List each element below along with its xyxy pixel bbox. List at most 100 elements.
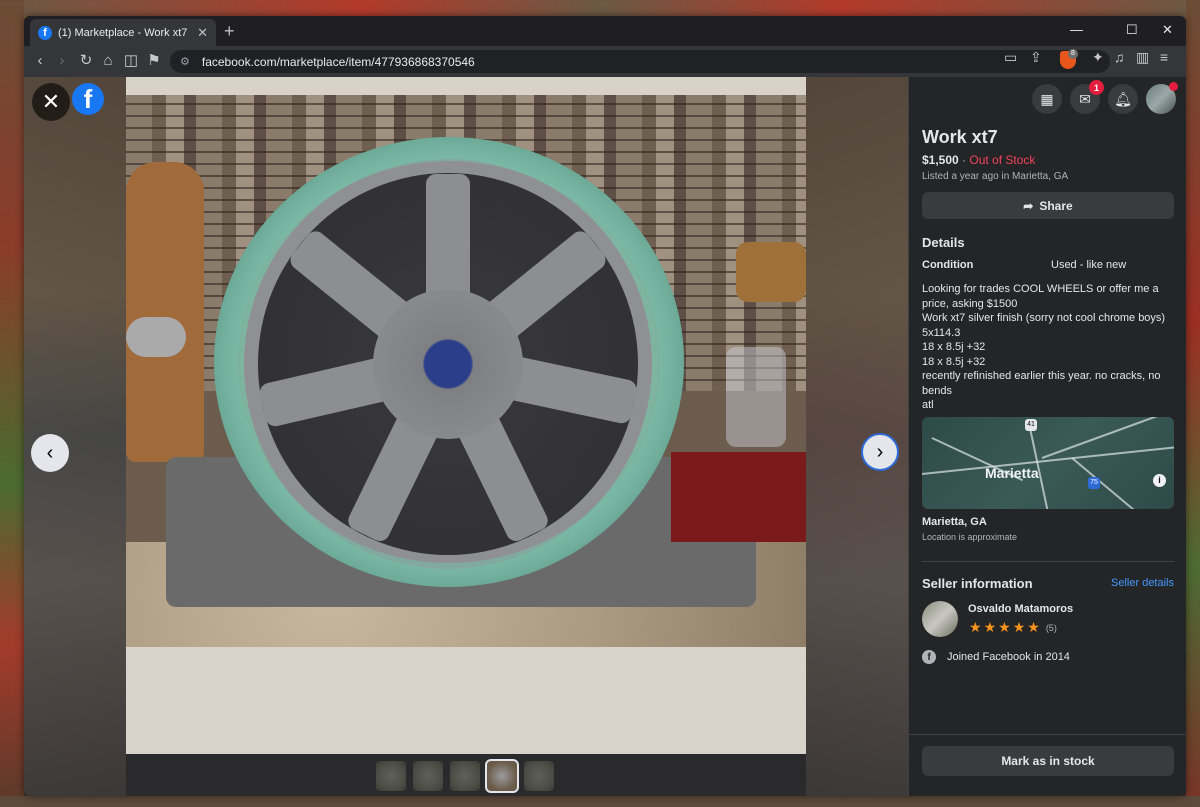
listing-description: Looking for trades COOL WHEELS or offer … <box>922 282 1167 413</box>
price-separator: · <box>958 153 970 167</box>
tab-strip: f (1) Marketplace - Work xt7 | Face ✕ + … <box>24 16 1186 46</box>
desktop-background-bottom <box>0 796 1200 807</box>
thumbnail[interactable] <box>413 761 443 791</box>
side-panel-icon[interactable]: ▥ <box>1136 49 1149 66</box>
divider <box>922 561 1174 562</box>
account-avatar[interactable] <box>1146 82 1178 114</box>
map-city-label: Marietta <box>985 465 1039 481</box>
share-page-icon[interactable]: ⇪ <box>1030 49 1042 66</box>
photo-jar <box>726 347 786 447</box>
listed-info: Listed a year ago in Marietta, GA <box>922 171 1069 182</box>
listing-photo[interactable] <box>126 77 806 754</box>
home-icon[interactable]: ⌂ <box>98 52 118 70</box>
tab-close-icon[interactable]: ✕ <box>197 25 208 41</box>
share-label: Share <box>1039 198 1073 213</box>
description-line: 5x114.3 <box>922 326 961 339</box>
menu-icon[interactable]: ≡ <box>1160 49 1168 65</box>
tab-marketplace[interactable]: f (1) Marketplace - Work xt7 | Face ✕ <box>30 19 216 46</box>
facebook-joined-icon: f <box>922 650 936 664</box>
close-window-icon[interactable]: ✕ <box>1162 22 1173 38</box>
highway-41-shield-icon: 41 <box>1025 419 1037 431</box>
shields-count-badge: 8 <box>1068 49 1078 59</box>
site-settings-icon[interactable]: ⚙ <box>180 55 190 68</box>
mark-in-stock-button[interactable]: Mark as in stock <box>922 746 1174 776</box>
bookmark-icon[interactable]: ⚑ <box>144 52 164 70</box>
photo-plastic-wrap <box>214 137 684 587</box>
reload-icon[interactable]: ↻ <box>76 52 96 70</box>
back-icon[interactable]: ‹ <box>30 52 50 70</box>
messenger-badge: 1 <box>1089 80 1104 95</box>
location-note: Location is approximate <box>922 532 1018 542</box>
minimize-icon[interactable]: — <box>1070 22 1083 37</box>
seller-name[interactable]: Osvaldo Matamoros <box>968 603 1073 615</box>
url-text: facebook.com/marketplace/item/4779368683… <box>201 54 475 69</box>
header-icons: ▦ ✉ 1 🔔︎ <box>1032 80 1178 114</box>
rating-count: (5) <box>1045 622 1057 633</box>
photo-pot <box>736 242 806 302</box>
star-icon: ★ <box>1012 619 1026 635</box>
map-road <box>1071 457 1157 509</box>
seller-details-link[interactable]: Seller details <box>1111 577 1174 589</box>
sidebar-icon[interactable]: ◫ <box>121 52 141 70</box>
photo-blur-background-right <box>806 77 908 796</box>
forward-icon[interactable]: › <box>52 52 72 70</box>
photo-viewer: ✕ f ‹ › <box>24 77 908 796</box>
details-heading: Details <box>922 235 965 250</box>
star-icon: ★ <box>1027 619 1040 635</box>
thumbnail-strip <box>376 759 554 793</box>
description-line: Work xt7 silver finish (sorry not cool c… <box>922 312 1166 324</box>
desktop-background-top <box>0 0 1200 16</box>
browser-toolbar: ‹ › ↻ ⌂ ◫ ⚑ ⚙ facebook.com/marketplace/i… <box>24 46 1186 77</box>
description-line: bends <box>922 384 952 397</box>
next-photo-button[interactable]: › <box>861 433 899 471</box>
description-line: atl <box>922 399 934 411</box>
photo-counter-front <box>126 647 806 754</box>
page-content: ✕ f ‹ › ▦ ✉ 1 🔔︎ Work xt7 $1,500 · Out o… <box>24 77 1186 796</box>
menu-grid-icon[interactable]: ▦ <box>1032 84 1062 114</box>
star-icon: ★ <box>983 619 997 635</box>
description-line: recently refinished earlier this year. n… <box>922 370 1161 382</box>
photo-mat <box>671 452 806 542</box>
desktop-background-right <box>1186 0 1200 807</box>
browser-window: f (1) Marketplace - Work xt7 | Face ✕ + … <box>24 16 1186 796</box>
listing-price-line: $1,500 · Out of Stock <box>922 153 1035 167</box>
photo-cutting-board <box>126 162 204 462</box>
extensions-icon[interactable]: ✦ <box>1092 49 1104 66</box>
location-name: Marietta, GA <box>922 516 987 528</box>
map-info-icon[interactable]: i <box>1153 474 1166 487</box>
cast-icon[interactable]: ▭ <box>1004 49 1017 66</box>
new-tab-icon[interactable]: + <box>224 22 235 40</box>
facebook-favicon-icon: f <box>38 25 52 40</box>
seller-avatar[interactable] <box>922 601 958 637</box>
star-icon: ★ <box>969 619 982 635</box>
thumbnail[interactable] <box>376 761 406 791</box>
share-icon: ➦ <box>1023 198 1034 213</box>
thumbnail[interactable] <box>524 761 554 791</box>
tab-title: (1) Marketplace - Work xt7 | Face <box>58 26 191 39</box>
seller-rating: ★ ★ ★ ★ ★ (5) <box>969 619 1057 636</box>
thumbnail[interactable] <box>450 761 480 791</box>
share-button[interactable]: ➦ Share <box>922 192 1174 219</box>
desktop-background-left <box>0 0 24 807</box>
maximize-icon[interactable]: ☐ <box>1126 22 1138 38</box>
facebook-logo-icon[interactable]: f <box>72 83 104 115</box>
location-map[interactable]: 41 75 Marietta i <box>922 417 1174 509</box>
interstate-75-shield-icon: 75 <box>1088 477 1100 489</box>
messenger-icon[interactable]: ✉ 1 <box>1070 80 1104 114</box>
close-icon[interactable]: ✕ <box>32 83 70 121</box>
notifications-icon[interactable]: 🔔︎ <box>1108 84 1138 114</box>
stock-status: Out of Stock <box>969 153 1036 167</box>
media-icon[interactable]: ♫ <box>1114 49 1125 65</box>
photo-faucet <box>126 317 186 357</box>
listing-price: $1,500 <box>922 153 959 167</box>
divider <box>909 734 1186 735</box>
address-bar[interactable]: ⚙ facebook.com/marketplace/item/47793686… <box>170 50 1110 73</box>
condition-label: Condition <box>922 259 974 271</box>
seller-heading: Seller information <box>922 576 1033 591</box>
thumbnail-active[interactable] <box>485 759 519 793</box>
star-icon: ★ <box>998 619 1011 635</box>
description-line: 18 x 8.5j +32 <box>922 355 986 368</box>
account-alert-dot <box>1169 82 1178 91</box>
description-line: Looking for trades COOL WHEELS or offer … <box>922 283 1159 295</box>
previous-photo-button[interactable]: ‹ <box>31 434 69 472</box>
